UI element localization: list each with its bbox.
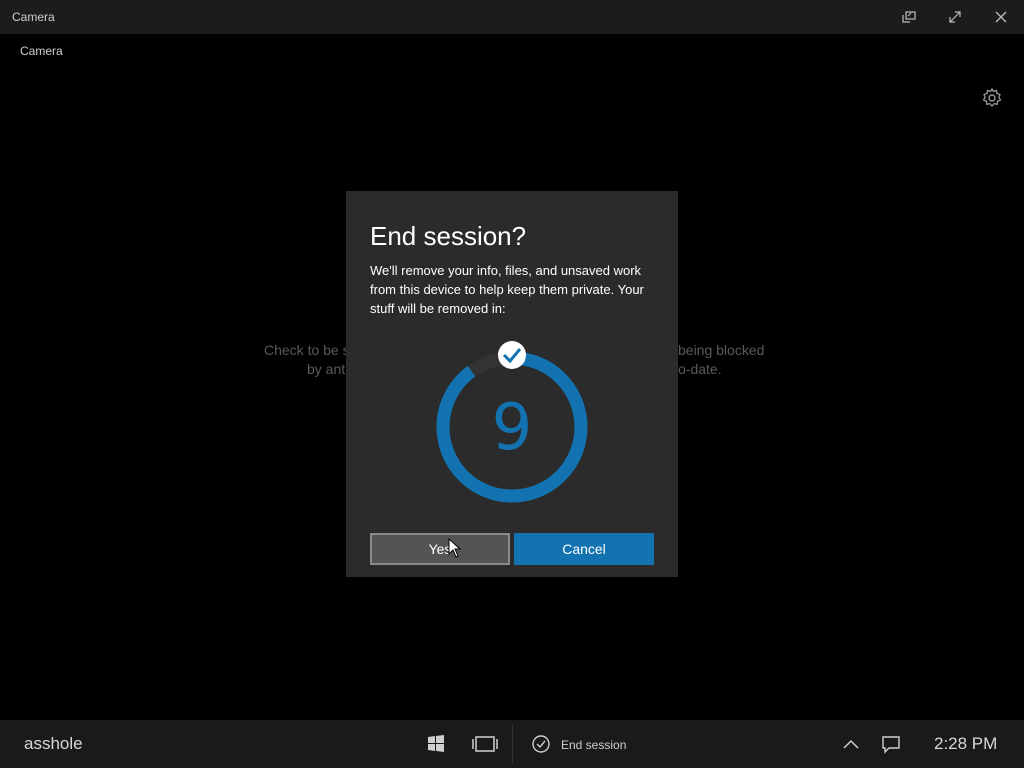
restore-button[interactable]	[886, 0, 932, 34]
gear-icon	[982, 87, 1002, 107]
maximize-button[interactable]	[932, 0, 978, 34]
end-session-taskbar-button[interactable]	[530, 732, 554, 756]
dialog-title: End session?	[370, 221, 527, 251]
action-center-icon	[882, 736, 900, 754]
close-button[interactable]	[978, 0, 1024, 34]
taskbar-user-name: asshole	[24, 734, 83, 753]
windows-start-icon	[428, 735, 444, 752]
background-message-left-1: Check to be s	[264, 342, 350, 358]
window-title-bar: Camera	[0, 0, 1024, 34]
window-title: Camera	[12, 10, 55, 24]
background-message-left-2: by ant	[307, 361, 346, 377]
task-view-button[interactable]	[471, 732, 499, 756]
app-label: Camera	[20, 44, 63, 58]
close-icon	[995, 11, 1007, 23]
end-session-dialog: End session? We'll remove your info, fil…	[346, 191, 678, 577]
checkmark-icon	[498, 341, 526, 369]
countdown-number: 9	[492, 391, 533, 465]
dialog-body: We'll remove your info, files, and unsav…	[370, 263, 644, 316]
action-center-button[interactable]	[879, 732, 903, 756]
background-message-right-1: being blocked	[678, 342, 765, 358]
end-session-check-icon	[532, 735, 550, 753]
end-session-label[interactable]: End session	[561, 738, 626, 752]
yes-button[interactable]: Yes	[370, 533, 510, 565]
tray-overflow-button[interactable]	[839, 732, 863, 756]
taskbar-separator	[512, 724, 513, 764]
settings-button[interactable]	[980, 86, 1004, 110]
restore-icon	[902, 11, 916, 23]
start-button[interactable]	[424, 732, 448, 756]
mouse-cursor-icon	[448, 538, 462, 558]
cancel-button[interactable]: Cancel	[514, 533, 654, 565]
taskbar: asshole End session 2:28 PM	[0, 720, 1024, 768]
taskbar-clock[interactable]: 2:28 PM	[934, 734, 997, 754]
tray-chevron-up-icon	[843, 739, 859, 749]
task-view-icon	[472, 736, 498, 752]
countdown-ring: 9	[436, 341, 588, 503]
expand-icon	[949, 11, 961, 23]
background-message-right-2: o-date.	[678, 361, 722, 377]
